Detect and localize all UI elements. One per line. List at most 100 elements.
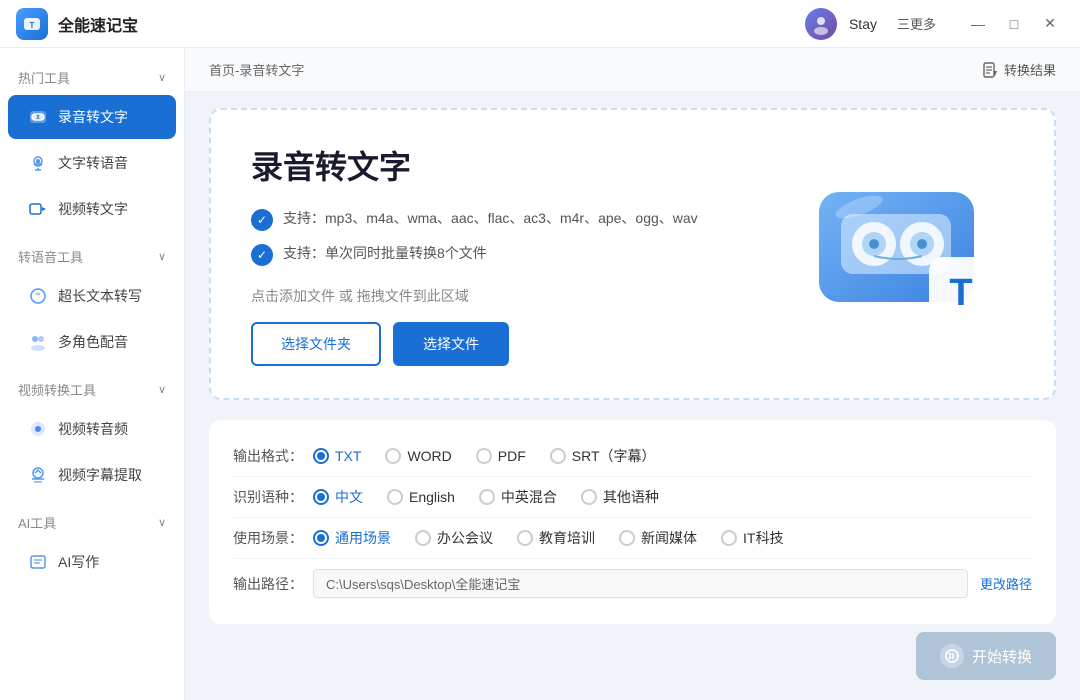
video-audio-icon: [26, 417, 50, 441]
path-options: 更改路径: [313, 569, 1032, 598]
sidebar-item-ai-write-label: AI写作: [58, 552, 99, 572]
ai-write-icon: [26, 550, 50, 574]
path-label: 输出路径：: [233, 574, 313, 594]
breadcrumb-bar: 首页-录音转文字 转换结果: [185, 48, 1080, 92]
page-title: 录音转文字: [251, 142, 794, 188]
scene-options: 通用场景 办公会议 教育培训 新闻媒体: [313, 528, 1032, 548]
svg-text:T: T: [949, 272, 972, 314]
format-pdf-label: PDF: [498, 448, 526, 464]
sidebar-item-video-to-text[interactable]: 视频转文字: [8, 187, 176, 231]
sidebar: 热门工具 ∨ 录音转文字: [0, 48, 185, 700]
sidebar-section-ai: AI工具 ∨: [0, 505, 184, 538]
path-input[interactable]: [313, 569, 968, 598]
lang-chinese-radio: [313, 489, 329, 505]
scene-edu[interactable]: 教育培训: [517, 528, 595, 548]
lang-label: 识别语种：: [233, 487, 313, 507]
upload-box[interactable]: 录音转文字 ✓ 支持：mp3、m4a、wma、aac、flac、ac3、m4r、…: [209, 108, 1056, 400]
sidebar-item-multi-role[interactable]: 多角色配音: [8, 320, 176, 364]
format-txt[interactable]: TXT: [313, 448, 361, 464]
upload-illustration: T: [794, 154, 1014, 354]
main-content: 录音转文字 ✓ 支持：mp3、m4a、wma、aac、flac、ac3、m4r、…: [185, 92, 1080, 700]
lang-english[interactable]: English: [387, 489, 455, 505]
check-icon-2: ✓: [251, 244, 273, 266]
start-icon: [940, 644, 964, 668]
lang-other-label: 其他语种: [603, 487, 659, 507]
format-pdf[interactable]: PDF: [476, 448, 526, 464]
check-icon-1: ✓: [251, 209, 273, 231]
sidebar-item-text-to-speech-label: 文字转语音: [58, 153, 128, 173]
lang-chinese-label: 中文: [335, 487, 363, 507]
select-file-button[interactable]: 选择文件: [393, 322, 509, 366]
more-button[interactable]: 三更多: [889, 10, 944, 37]
titlebar-right: Stay 三更多 — □ ✕: [805, 8, 1064, 40]
start-button[interactable]: 开始转换: [916, 632, 1056, 680]
long-text-icon: [26, 284, 50, 308]
sidebar-item-long-text[interactable]: 超长文本转写: [8, 274, 176, 318]
scene-it[interactable]: IT科技: [721, 528, 783, 548]
scene-office[interactable]: 办公会议: [415, 528, 493, 548]
scene-office-radio: [415, 530, 431, 546]
scene-general[interactable]: 通用场景: [313, 528, 391, 548]
lang-chinese[interactable]: 中文: [313, 487, 363, 507]
lang-other[interactable]: 其他语种: [581, 487, 659, 507]
sidebar-item-video-subtitle[interactable]: 视频字幕提取: [8, 453, 176, 497]
avatar: [805, 8, 837, 40]
sidebar-item-audio-to-text-label: 录音转文字: [58, 107, 128, 127]
feature-batch-text: 支持：单次同时批量转换8个文件: [283, 243, 487, 264]
sidebar-item-text-to-speech[interactable]: 文字转语音: [8, 141, 176, 185]
sidebar-item-video-to-text-label: 视频转文字: [58, 199, 128, 219]
format-txt-radio: [313, 448, 329, 464]
sidebar-item-video-subtitle-label: 视频字幕提取: [58, 465, 142, 485]
sidebar-item-audio-to-text[interactable]: 录音转文字: [8, 95, 176, 139]
app-logo: T: [16, 8, 48, 40]
lang-row: 识别语种： 中文 English 中英混合: [233, 477, 1032, 518]
sidebar-item-ai-write[interactable]: AI写作: [8, 540, 176, 584]
scene-office-label: 办公会议: [437, 528, 493, 548]
format-srt[interactable]: SRT（字幕）: [550, 446, 656, 466]
format-srt-radio: [550, 448, 566, 464]
scene-news-radio: [619, 530, 635, 546]
scene-it-label: IT科技: [743, 528, 783, 548]
minimize-button[interactable]: —: [964, 10, 992, 38]
feature-batch: ✓ 支持：单次同时批量转换8个文件: [251, 243, 794, 266]
format-word-label: WORD: [407, 448, 451, 464]
content-area: 首页-录音转文字 转换结果 录音转文字 ✓: [185, 48, 1080, 700]
multi-role-icon: [26, 330, 50, 354]
breadcrumb: 首页-录音转文字: [209, 60, 304, 79]
scene-news-label: 新闻媒体: [641, 528, 697, 548]
lang-mixed[interactable]: 中英混合: [479, 487, 557, 507]
sidebar-section-speech-label: 转语音工具: [18, 247, 83, 266]
format-word[interactable]: WORD: [385, 448, 451, 464]
scene-edu-label: 教育培训: [539, 528, 595, 548]
sidebar-section-speech-arrow: ∨: [158, 250, 166, 263]
format-txt-label: TXT: [335, 448, 361, 464]
path-change-button[interactable]: 更改路径: [980, 574, 1032, 593]
scene-news[interactable]: 新闻媒体: [619, 528, 697, 548]
feature-formats: ✓ 支持：mp3、m4a、wma、aac、flac、ac3、m4r、ape、og…: [251, 208, 794, 231]
sidebar-item-video-audio-label: 视频转音频: [58, 419, 128, 439]
format-label: 输出格式：: [233, 446, 313, 466]
main-layout: 热门工具 ∨ 录音转文字: [0, 48, 1080, 700]
scene-row: 使用场景： 通用场景 办公会议 教育培训: [233, 518, 1032, 559]
sidebar-section-ai-arrow: ∨: [158, 516, 166, 529]
sidebar-section-hot-arrow: ∨: [158, 71, 166, 84]
conversion-result-button[interactable]: 转换结果: [982, 60, 1056, 79]
sidebar-section-speech: 转语音工具 ∨: [0, 239, 184, 272]
svg-text:T: T: [30, 21, 35, 30]
app-name: 全能速记宝: [58, 12, 805, 36]
conversion-result-label: 转换结果: [1004, 60, 1056, 79]
sidebar-section-video-label: 视频转换工具: [18, 380, 96, 399]
audio-to-text-icon: [26, 105, 50, 129]
sidebar-section-ai-label: AI工具: [18, 513, 56, 532]
titlebar: T 全能速记宝 Stay 三更多 — □ ✕: [0, 0, 1080, 48]
sidebar-item-video-audio[interactable]: 视频转音频: [8, 407, 176, 451]
maximize-button[interactable]: □: [1000, 10, 1028, 38]
lang-english-label: English: [409, 489, 455, 505]
format-word-radio: [385, 448, 401, 464]
text-to-speech-icon: [26, 151, 50, 175]
scene-edu-radio: [517, 530, 533, 546]
select-folder-button[interactable]: 选择文件夹: [251, 322, 381, 366]
lang-mixed-radio: [479, 489, 495, 505]
username: Stay: [849, 16, 877, 32]
close-button[interactable]: ✕: [1036, 10, 1064, 38]
